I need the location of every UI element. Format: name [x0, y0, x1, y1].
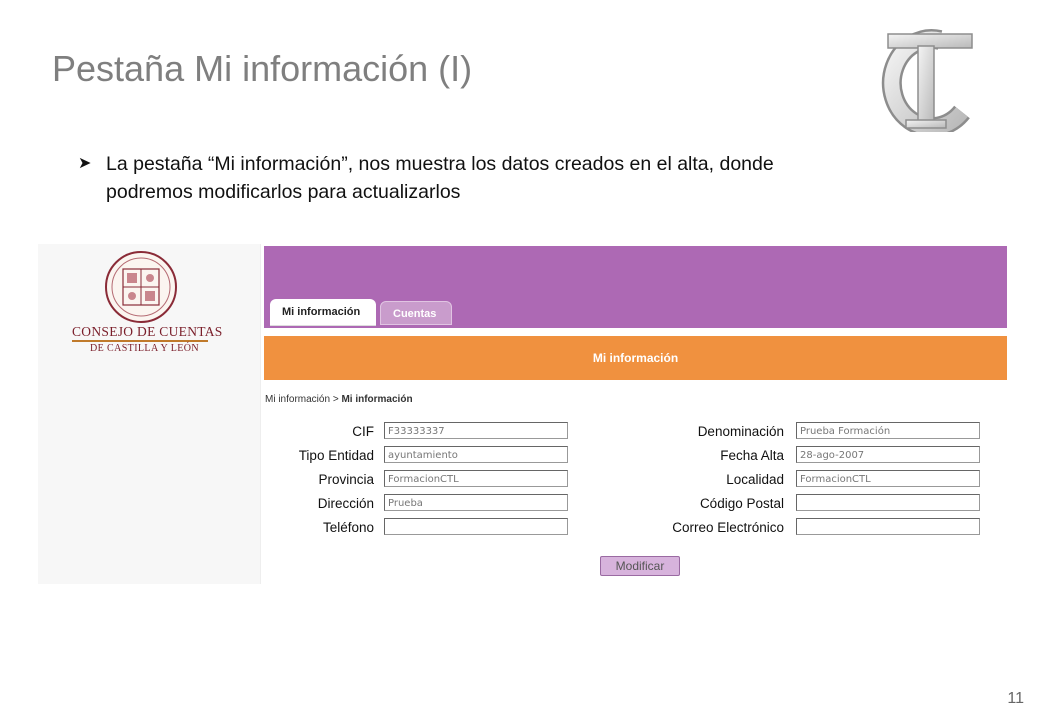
- tipo-entidad-field[interactable]: ayuntamiento: [384, 446, 568, 463]
- app-screenshot: CONSEJO DE CUENTAS DE CASTILLA Y LEÓN Mi…: [38, 244, 1010, 584]
- codigo-postal-label: Código Postal: [699, 496, 784, 511]
- slide-title: Pestaña Mi información (I): [52, 48, 473, 89]
- denominacion-field[interactable]: Prueba Formación: [796, 422, 980, 439]
- telefono-label: Teléfono: [322, 520, 374, 535]
- codigo-postal-field[interactable]: [796, 494, 980, 511]
- bullet-text: La pestaña “Mi información”, nos muestra…: [106, 153, 774, 203]
- direccion-label: Dirección: [317, 496, 374, 511]
- org-name: CONSEJO DE CUENTAS: [72, 324, 223, 339]
- breadcrumb-separator: >: [332, 394, 339, 405]
- breadcrumb: Mi información > Mi información: [265, 394, 413, 405]
- provincia-field[interactable]: FormacionCTL: [384, 470, 568, 487]
- localidad-label: Localidad: [726, 472, 784, 487]
- breadcrumb-parent[interactable]: Mi información: [265, 394, 330, 405]
- crest-icon: [105, 251, 177, 323]
- tab-cuentas[interactable]: Cuentas: [380, 301, 452, 325]
- correo-label: Correo Electrónico: [672, 520, 784, 535]
- denominacion-label: Denominación: [697, 424, 784, 439]
- telefono-field[interactable]: [384, 518, 568, 535]
- tipo-entidad-label: Tipo Entidad: [298, 448, 374, 463]
- arrow-bullet-icon: ➤: [78, 155, 92, 172]
- provincia-label: Provincia: [318, 472, 374, 487]
- page-number: 11: [1007, 690, 1024, 707]
- section-title: Mi información: [264, 336, 1007, 380]
- fecha-alta-field[interactable]: 28-ago-2007: [796, 446, 980, 463]
- breadcrumb-current: Mi información: [341, 394, 413, 405]
- org-subname: DE CASTILLA Y LEÓN: [90, 343, 199, 354]
- localidad-field[interactable]: FormacionCTL: [796, 470, 980, 487]
- cif-label: CIF: [352, 424, 374, 439]
- org-divider: [72, 340, 208, 342]
- fecha-alta-label: Fecha Alta: [720, 448, 784, 463]
- bullet-point: ➤ La pestaña “Mi información”, nos muest…: [78, 150, 808, 206]
- correo-field[interactable]: [796, 518, 980, 535]
- cif-field[interactable]: F33333337: [384, 422, 568, 439]
- modify-button[interactable]: Modificar: [600, 556, 680, 576]
- direccion-field[interactable]: Prueba: [384, 494, 568, 511]
- tab-mi-informacion[interactable]: Mi información: [270, 299, 376, 326]
- tc-logo-icon: [881, 29, 973, 132]
